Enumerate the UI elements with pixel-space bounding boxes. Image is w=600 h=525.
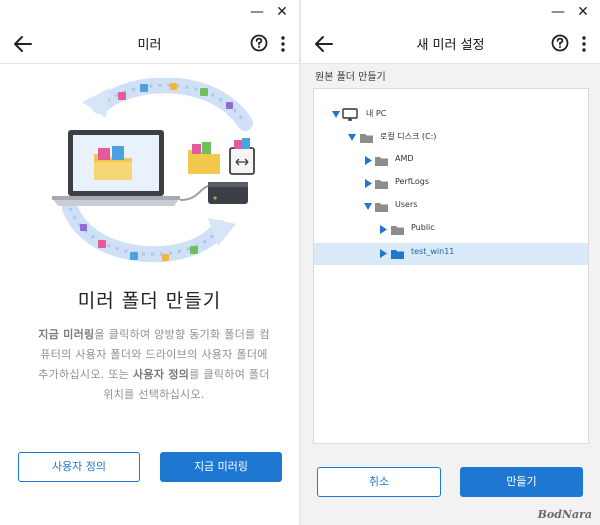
folder-icon: [375, 203, 388, 212]
folder-icon: [391, 226, 404, 235]
desc-bold-custom: 사용자 정의: [132, 368, 190, 381]
tree-label: PerfLogs: [395, 177, 430, 186]
mirror-sync-illustration: [52, 78, 255, 263]
drive-icon: [360, 134, 373, 143]
expand-arrow-icon[interactable]: [379, 249, 387, 258]
tree-label: AMD: [395, 154, 414, 163]
page-title: 미러: [137, 38, 162, 53]
collapse-arrow-icon[interactable]: [348, 133, 356, 142]
tree-item-my-pc[interactable]: 내 PC: [314, 104, 588, 126]
folder-icon: [375, 157, 388, 166]
tree-item-public[interactable]: Public: [314, 219, 588, 241]
help-icon[interactable]: [249, 33, 269, 53]
minimize-button[interactable]: —: [548, 2, 568, 22]
title-bar: — ✕: [301, 0, 600, 24]
mirror-now-button[interactable]: 지금 미러링: [160, 452, 282, 482]
tree-item-perflogs[interactable]: PerfLogs: [314, 173, 588, 195]
folder-icon: [391, 250, 404, 259]
tree-item-amd[interactable]: AMD: [314, 150, 588, 172]
tree-label: Public: [411, 223, 435, 232]
collapse-arrow-icon[interactable]: [332, 110, 340, 119]
folder-icon: [375, 180, 388, 189]
folder-tree: 내 PC 로컬 디스크 (C:) AMD PerfLogs Users Publ…: [313, 88, 589, 444]
more-options-icon[interactable]: [579, 34, 589, 54]
source-folder-label: 원본 폴더 만들기: [315, 72, 386, 83]
page-title: 새 미러 설정: [416, 38, 485, 53]
tree-item-test-win11[interactable]: test_win11: [314, 243, 588, 265]
back-arrow-icon[interactable]: [10, 31, 36, 57]
collapse-arrow-icon[interactable]: [364, 202, 372, 211]
close-button[interactable]: ✕: [573, 2, 593, 22]
cancel-button[interactable]: 취소: [317, 467, 441, 497]
mirror-description: 지금 미러링을 클릭하여 양방향 동기화 폴더를 컴퓨터의 사용자 폴더와 드라…: [34, 325, 274, 405]
expand-arrow-icon[interactable]: [364, 179, 372, 188]
tree-item-local-disk[interactable]: 로컬 디스크 (C:): [314, 127, 588, 149]
desc-bold-mirror: 지금 미러링: [38, 328, 95, 341]
custom-button[interactable]: 사용자 정의: [18, 452, 140, 482]
tree-label: test_win11: [411, 247, 455, 256]
new-mirror-setup-panel: — ✕ 새 미러 설정 원본 폴더 만들기 내 PC 로컬 디스크 (C:) A…: [301, 0, 600, 525]
create-button[interactable]: 만들기: [460, 467, 583, 497]
help-icon[interactable]: [550, 33, 570, 53]
title-bar: — ✕: [0, 0, 299, 24]
monitor-icon: [342, 108, 358, 121]
back-arrow-icon[interactable]: [311, 31, 337, 57]
mirror-heading: 미러 폴더 만들기: [77, 290, 222, 312]
minimize-button[interactable]: —: [247, 2, 267, 22]
mirror-panel: — ✕ 미러 미러 폴더 만들기 지금 미러링을 클릭하여 양방향 동기화 폴더…: [0, 0, 299, 525]
header: 새 미러 설정: [301, 24, 600, 64]
close-button[interactable]: ✕: [272, 2, 292, 22]
tree-item-users[interactable]: Users: [314, 196, 588, 218]
tree-label: 내 PC: [366, 109, 387, 118]
more-options-icon[interactable]: [278, 34, 288, 54]
tree-label: Users: [395, 200, 418, 209]
expand-arrow-icon[interactable]: [379, 225, 387, 234]
tree-label: 로컬 디스크 (C:): [380, 132, 437, 141]
header: 미러: [0, 24, 299, 64]
watermark: BodNara: [537, 508, 592, 521]
expand-arrow-icon[interactable]: [364, 156, 372, 165]
